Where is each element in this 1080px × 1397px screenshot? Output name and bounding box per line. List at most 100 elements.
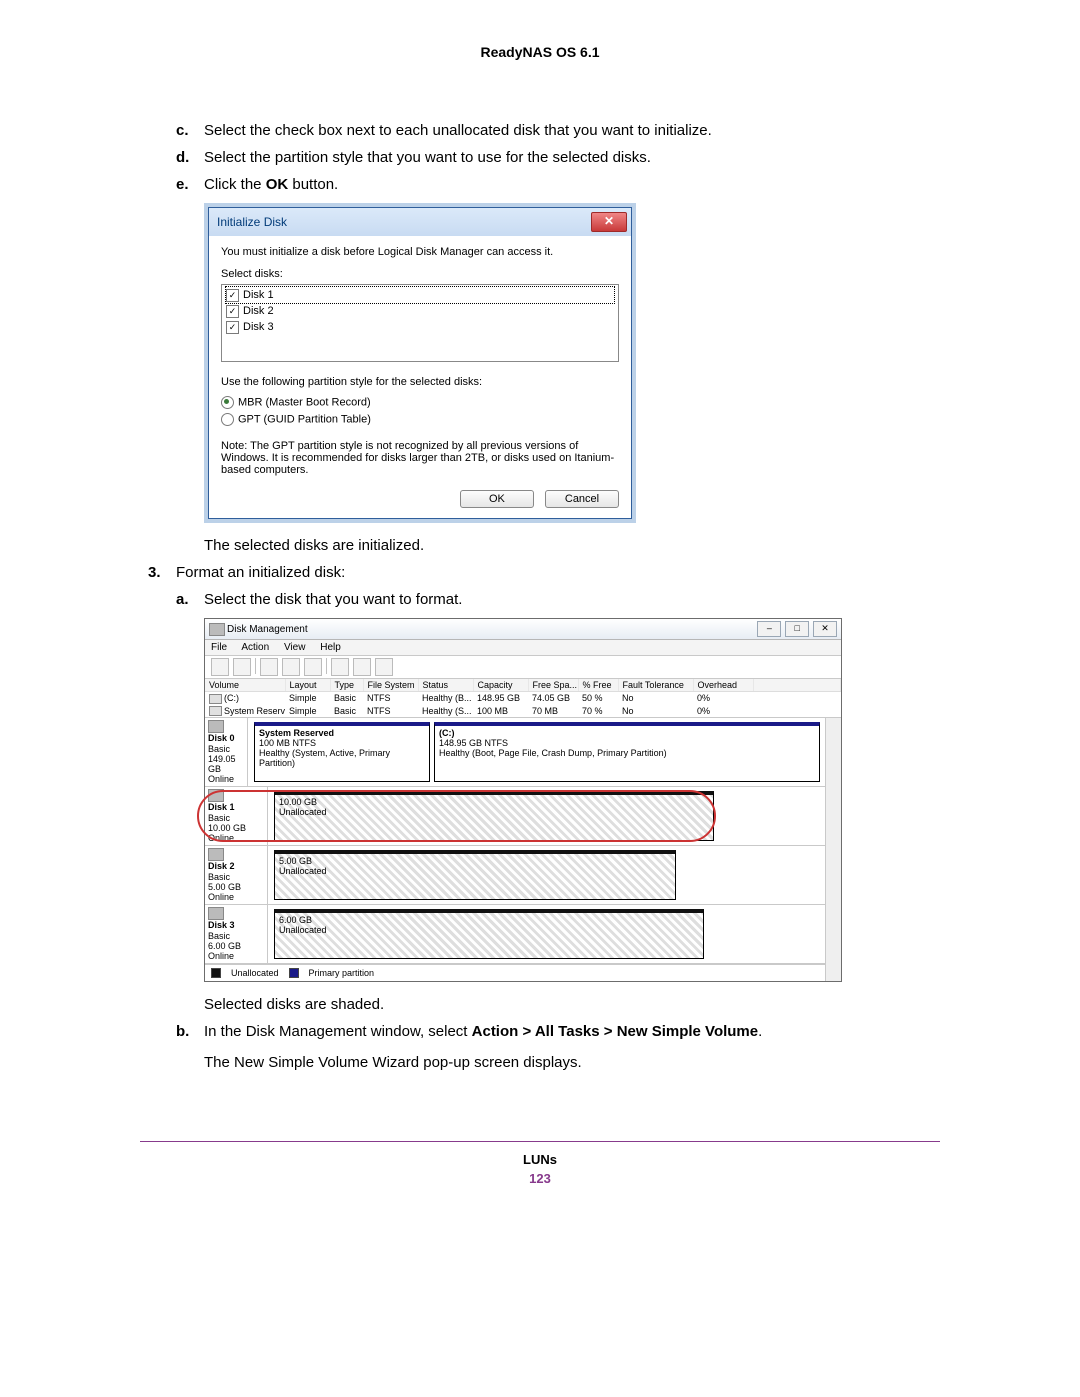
col-capacity[interactable]: Capacity: [473, 679, 528, 692]
toolbar-icon[interactable]: [304, 658, 322, 676]
primary-partition[interactable]: (C:)148.95 GB NTFSHealthy (Boot, Page Fi…: [434, 722, 820, 782]
highlight-annotation: [197, 790, 716, 842]
step-e-text: Click the OK button.: [204, 176, 338, 193]
footer: LUNs 123: [140, 1141, 940, 1186]
drive-icon: [208, 848, 224, 861]
primary-partition[interactable]: System Reserved100 MB NTFSHealthy (Syste…: [254, 722, 430, 782]
dialog-note: Note: The GPT partition style is not rec…: [221, 440, 619, 476]
col-overhead[interactable]: Overhead: [693, 679, 753, 692]
disks-listbox[interactable]: ✓ Disk 1 ✓ Disk 2 ✓ Disk 3: [221, 284, 619, 362]
col-status[interactable]: Status: [418, 679, 473, 692]
ok-button[interactable]: OK: [460, 490, 534, 508]
radio-icon: [221, 413, 234, 426]
dialog-title: Initialize Disk: [217, 215, 287, 229]
partition-style-label: Use the following partition style for th…: [221, 376, 619, 388]
col-fault[interactable]: Fault Tolerance: [618, 679, 693, 692]
volume-table[interactable]: Volume Layout Type File System Status Ca…: [205, 679, 841, 717]
col-volume[interactable]: Volume: [205, 679, 285, 692]
after-3b-text: The New Simple Volume Wizard pop-up scre…: [204, 1054, 940, 1071]
disk-row-2[interactable]: ✓ Disk 2: [226, 303, 614, 319]
footer-page-number: 123: [140, 1171, 940, 1186]
help-icon[interactable]: [282, 658, 300, 676]
disk-row[interactable]: Disk 3Basic6.00 GBOnline6.00 GBUnallocat…: [205, 905, 826, 964]
menu-view[interactable]: View: [284, 642, 306, 653]
step-3a-label: a.: [176, 591, 204, 608]
checkbox-icon[interactable]: ✓: [226, 321, 239, 334]
menu-action[interactable]: Action: [241, 642, 269, 653]
step-3a-text: Select the disk that you want to format.: [204, 591, 462, 608]
dm-title: Disk Management: [209, 623, 308, 636]
unallocated-partition[interactable]: 5.00 GBUnallocated: [274, 850, 676, 900]
disk-1-label: Disk 1: [243, 289, 274, 301]
col-pfree[interactable]: % Free: [578, 679, 618, 692]
table-row[interactable]: (C:) SimpleBasicNTFS Healthy (B...148.95…: [205, 692, 841, 705]
legend-swatch-unallocated: [211, 968, 221, 978]
checkbox-icon[interactable]: ✓: [226, 305, 239, 318]
refresh-icon[interactable]: [331, 658, 349, 676]
disk-info: Disk 0Basic149.05 GBOnline: [205, 718, 248, 786]
disk-partitions: 5.00 GBUnallocated: [268, 846, 826, 904]
volume-icon: [209, 706, 222, 716]
disk-3-label: Disk 3: [243, 321, 274, 333]
disk-partitions: 6.00 GBUnallocated: [268, 905, 826, 963]
dm-toolbar: [205, 656, 841, 679]
cancel-button[interactable]: Cancel: [545, 490, 619, 508]
back-icon[interactable]: [211, 658, 229, 676]
disk-partitions: System Reserved100 MB NTFSHealthy (Syste…: [248, 718, 826, 786]
step-c-text: Select the check box next to each unallo…: [204, 122, 712, 139]
legend: Unallocated Primary partition: [205, 964, 841, 981]
drive-icon: [208, 720, 224, 733]
table-row[interactable]: System Reserved SimpleBasicNTFS Healthy …: [205, 705, 841, 718]
disk-management-window: Disk Management – □ ✕ File Action View H…: [204, 618, 842, 982]
toolbar-icon[interactable]: [375, 658, 393, 676]
col-free[interactable]: Free Spa...: [528, 679, 578, 692]
after-dm-text: Selected disks are shaded.: [204, 996, 940, 1013]
step-3b-label: b.: [176, 1023, 204, 1040]
scrollbar[interactable]: [825, 718, 841, 981]
menu-help[interactable]: Help: [320, 642, 341, 653]
step-e-bold: OK: [266, 176, 289, 193]
toolbar-icon[interactable]: [260, 658, 278, 676]
col-layout[interactable]: Layout: [285, 679, 330, 692]
forward-icon[interactable]: [233, 658, 251, 676]
step-e-prefix: Click the: [204, 176, 266, 193]
disk-row[interactable]: Disk 2Basic5.00 GBOnline5.00 GBUnallocat…: [205, 846, 826, 905]
step-e-suffix: button.: [288, 176, 338, 193]
after-dialog-text: The selected disks are initialized.: [204, 537, 940, 554]
disk-info: Disk 3Basic6.00 GBOnline: [205, 905, 268, 963]
disk-row-3[interactable]: ✓ Disk 3: [226, 319, 614, 335]
col-fs[interactable]: File System: [363, 679, 418, 692]
close-icon[interactable]: ✕: [813, 621, 837, 637]
toolbar-icon[interactable]: [353, 658, 371, 676]
menu-file[interactable]: File: [211, 642, 227, 653]
close-icon[interactable]: ✕: [591, 212, 627, 232]
checkbox-icon[interactable]: ✓: [226, 289, 239, 302]
select-disks-label: Select disks:: [221, 268, 619, 280]
step-d-text: Select the partition style that you want…: [204, 149, 651, 166]
disk-info: Disk 2Basic5.00 GBOnline: [205, 846, 268, 904]
radio-icon: [221, 396, 234, 409]
radio-gpt[interactable]: GPT (GUID Partition Table): [221, 413, 619, 426]
drive-icon: [208, 907, 224, 920]
step-e-label: e.: [176, 176, 204, 193]
col-type[interactable]: Type: [330, 679, 363, 692]
volume-icon: [209, 694, 222, 704]
doc-header: ReadyNAS OS 6.1: [140, 44, 940, 60]
disk-2-label: Disk 2: [243, 305, 274, 317]
step-3-label: 3.: [148, 564, 176, 581]
minimize-icon[interactable]: –: [757, 621, 781, 637]
dialog-message: You must initialize a disk before Logica…: [221, 246, 619, 258]
radio-mbr[interactable]: MBR (Master Boot Record): [221, 396, 619, 409]
app-icon: [209, 623, 225, 636]
step-c-label: c.: [176, 122, 204, 139]
legend-swatch-primary: [289, 968, 299, 978]
disk-row[interactable]: Disk 0Basic149.05 GBOnlineSystem Reserve…: [205, 718, 826, 787]
disk-row-1[interactable]: ✓ Disk 1: [226, 287, 614, 303]
maximize-icon[interactable]: □: [785, 621, 809, 637]
footer-section: LUNs: [140, 1152, 940, 1167]
dm-menubar[interactable]: File Action View Help: [205, 640, 841, 656]
disk-row[interactable]: Disk 1Basic10.00 GBOnline10.00 GBUnalloc…: [205, 787, 826, 846]
step-3b-text: In the Disk Management window, select Ac…: [204, 1023, 762, 1040]
unallocated-partition[interactable]: 6.00 GBUnallocated: [274, 909, 704, 959]
step-d-label: d.: [176, 149, 204, 166]
